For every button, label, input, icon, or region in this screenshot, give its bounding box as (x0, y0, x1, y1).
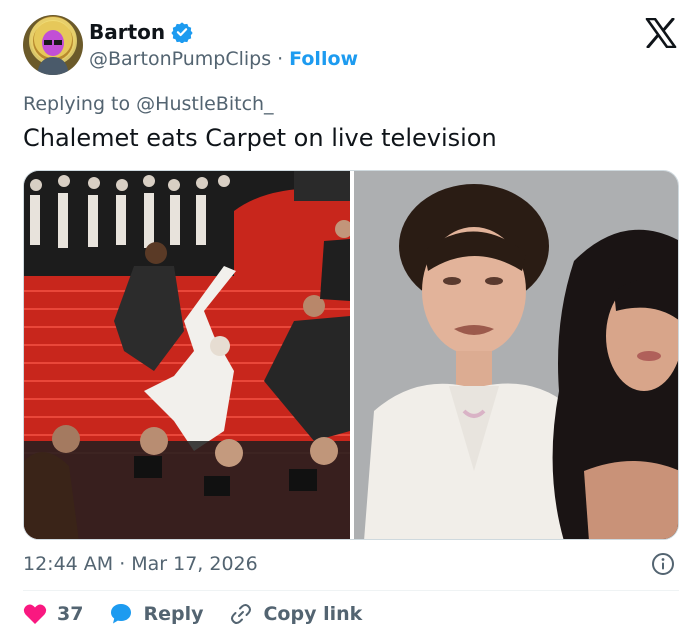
avatar[interactable] (23, 15, 83, 75)
author-display-name[interactable]: Barton (89, 20, 165, 44)
divider (23, 590, 679, 591)
reply-label: Reply (143, 603, 204, 625)
heart-icon (23, 604, 47, 624)
like-count: 37 (57, 603, 84, 625)
author-name-row[interactable]: Barton (89, 20, 193, 44)
copy-link-button[interactable]: Copy link (229, 602, 362, 626)
author-handle-row: @BartonPumpClips · Follow (89, 48, 358, 70)
handle-separator: · (277, 48, 284, 70)
speech-bubble-icon (111, 604, 132, 624)
tweet-card: Barton @BartonPumpClips · Follow Replyin… (0, 0, 700, 642)
author-handle[interactable]: @BartonPumpClips (89, 48, 271, 70)
reply-button[interactable]: Reply (109, 602, 203, 626)
timestamp-date: Mar 17, 2026 (131, 553, 258, 575)
link-icon (231, 604, 252, 624)
x-logo-icon[interactable] (645, 18, 677, 48)
timestamp-time: 12:44 AM (23, 553, 114, 575)
tweet-timestamp[interactable]: 12:44 AM · Mar 17, 2026 (23, 553, 258, 575)
verified-badge-icon (171, 22, 193, 43)
tweet-actions: 37 Reply Copy link (23, 602, 362, 626)
copy-link-label: Copy link (263, 603, 363, 625)
info-icon[interactable] (651, 552, 675, 576)
timestamp-separator: · (119, 553, 126, 575)
follow-button[interactable]: Follow (289, 48, 358, 70)
like-button[interactable]: 37 (23, 603, 83, 625)
tweet-text: Chalemet eats Carpet on live television (23, 124, 497, 152)
tweet-media[interactable] (23, 170, 679, 540)
reply-context[interactable]: Replying to @HustleBitch_ (23, 93, 274, 115)
media-image-portrait[interactable] (354, 171, 678, 539)
media-image-red-carpet[interactable] (24, 171, 350, 539)
